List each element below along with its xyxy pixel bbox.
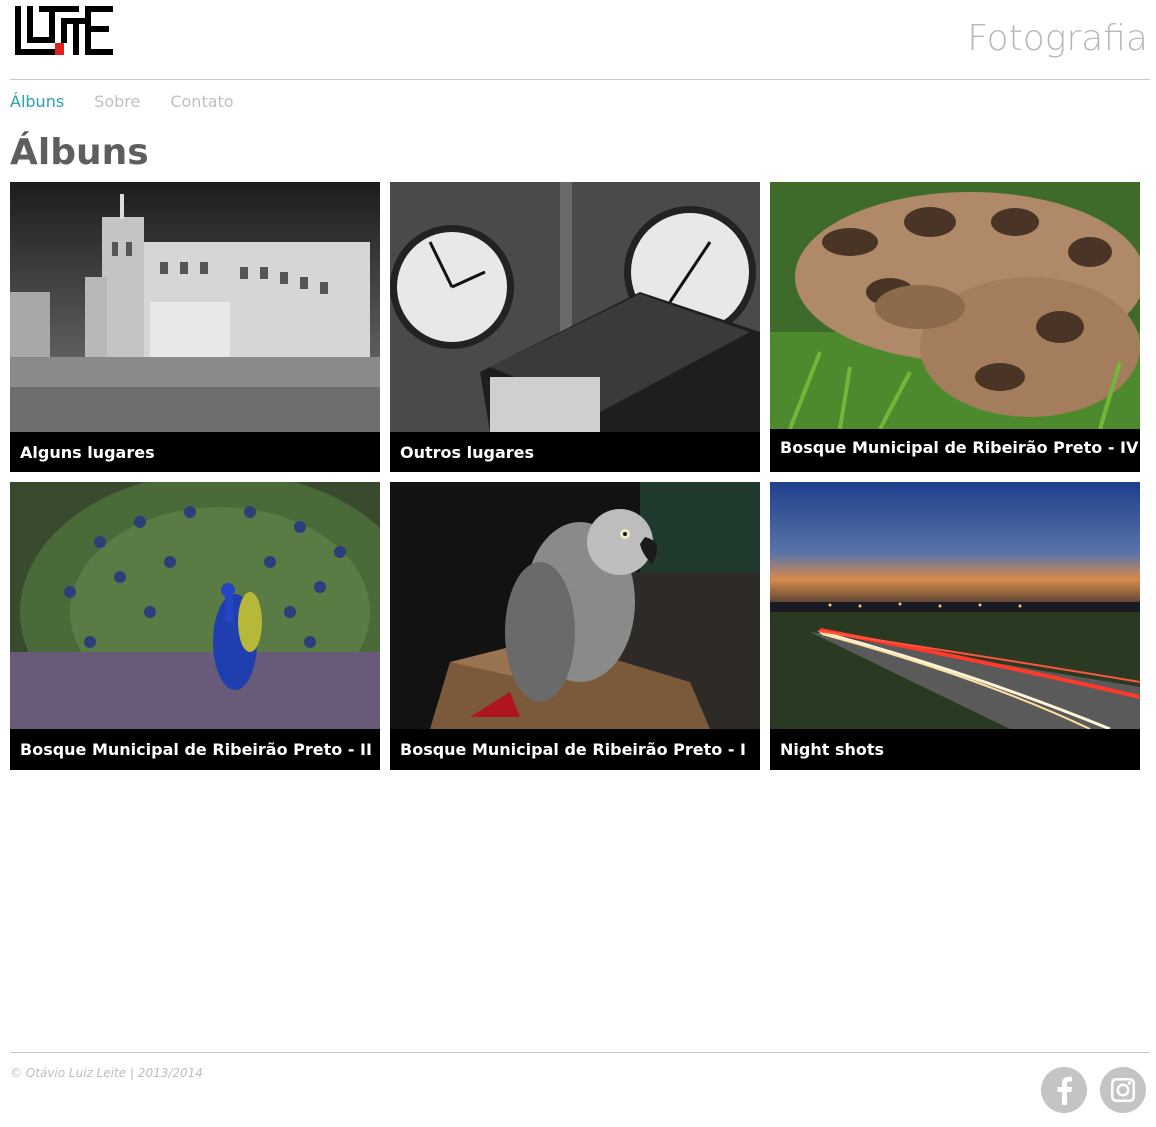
nav-item-sobre[interactable]: Sobre xyxy=(94,92,140,111)
instagram-link[interactable] xyxy=(1100,1067,1146,1113)
album-thumbnail[interactable] xyxy=(10,482,380,729)
main-nav: Álbuns Sobre Contato xyxy=(10,92,234,111)
album-thumbnail[interactable] xyxy=(10,182,380,432)
album-caption[interactable]: Bosque Municipal de Ribeirão Preto - I xyxy=(390,729,760,770)
album-caption[interactable]: Outros lugares xyxy=(390,432,760,472)
album-card-bosque-ii[interactable]: Bosque Municipal de Ribeirão Preto - II xyxy=(10,482,380,770)
album-card-alguns-lugares[interactable]: Alguns lugares xyxy=(10,182,380,472)
copyright-text: © Otávio Luiz Leite | 2013/2014 xyxy=(10,1066,203,1080)
album-caption[interactable]: Night shots xyxy=(770,729,1140,770)
album-thumbnail[interactable] xyxy=(390,182,760,432)
facebook-link[interactable] xyxy=(1041,1067,1087,1113)
nav-item-albuns[interactable]: Álbuns xyxy=(10,92,64,111)
album-card-night-shots[interactable]: Night shots xyxy=(770,482,1140,770)
album-thumbnail[interactable] xyxy=(390,482,760,729)
instagram-icon xyxy=(1111,1078,1135,1102)
page-title: Álbuns xyxy=(10,132,149,173)
album-card-outros-lugares[interactable]: Outros lugares xyxy=(390,182,760,472)
album-caption[interactable]: Bosque Municipal de Ribeirão Preto - II xyxy=(10,729,380,770)
nav-item-contato[interactable]: Contato xyxy=(170,92,233,111)
site-tagline: Fotografia xyxy=(967,18,1148,59)
album-caption[interactable]: Bosque Municipal de Ribeirão Preto - IV xyxy=(770,429,1140,472)
facebook-icon xyxy=(1057,1076,1072,1105)
album-thumbnail[interactable] xyxy=(770,482,1140,729)
header-divider xyxy=(10,79,1150,80)
album-caption[interactable]: Alguns lugares xyxy=(10,432,380,472)
site-logo[interactable] xyxy=(15,6,113,55)
footer-divider xyxy=(10,1052,1150,1053)
album-thumbnail[interactable] xyxy=(770,182,1140,429)
album-card-bosque-i[interactable]: Bosque Municipal de Ribeirão Preto - I xyxy=(390,482,760,770)
album-card-bosque-iv[interactable]: Bosque Municipal de Ribeirão Preto - IV xyxy=(770,182,1140,472)
